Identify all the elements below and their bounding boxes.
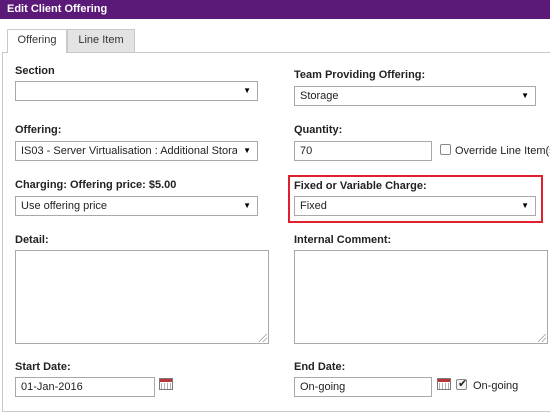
resize-grip-icon[interactable] <box>259 334 267 342</box>
tab-offering[interactable]: Offering <box>7 29 67 53</box>
override-line-item-label: Override Line Item(s <box>455 145 550 157</box>
offering-value: IS03 - Server Virtualisation : Additiona… <box>21 145 237 157</box>
quantity-field[interactable]: 70 <box>294 141 432 161</box>
calendar-header <box>160 379 172 382</box>
detail-label: Detail: <box>15 234 49 246</box>
charge-type-value: Fixed <box>300 200 327 212</box>
offering-label: Offering: <box>15 124 62 136</box>
end-date-label: End Date: <box>294 361 346 373</box>
dropdown-arrow-icon: ▼ <box>243 146 251 155</box>
team-select[interactable]: Storage ▼ <box>294 86 536 106</box>
offering-panel <box>2 52 550 412</box>
end-date-field[interactable]: On-going <box>294 377 432 397</box>
team-value: Storage <box>300 90 339 102</box>
dropdown-arrow-icon: ▼ <box>521 91 529 100</box>
charging-value: Use offering price <box>21 200 108 212</box>
calendar-header <box>438 379 450 382</box>
tab-bar: Offering Line Item <box>0 19 550 53</box>
section-label: Section <box>15 65 55 77</box>
dropdown-arrow-icon: ▼ <box>243 201 251 210</box>
internal-comment-label: Internal Comment: <box>294 234 392 246</box>
start-date-field[interactable]: 01-Jan-2016 <box>15 377 155 397</box>
calendar-icon[interactable] <box>437 378 451 390</box>
section-select[interactable]: ▼ <box>15 81 258 101</box>
tab-line-item[interactable]: Line Item <box>67 29 135 52</box>
resize-grip-icon[interactable] <box>538 334 546 342</box>
dialog-title: Edit Client Offering <box>0 0 550 19</box>
calendar-grid <box>161 383 171 389</box>
charging-label: Charging: Offering price: $5.00 <box>15 179 177 191</box>
calendar-icon[interactable] <box>159 378 173 390</box>
checkmark-icon: ✔ <box>458 378 468 390</box>
team-label: Team Providing Offering: <box>294 69 426 81</box>
charging-select[interactable]: Use offering price ▼ <box>15 196 258 216</box>
calendar-grid <box>439 383 449 389</box>
override-line-item-checkbox[interactable] <box>440 144 451 155</box>
charge-type-select[interactable]: Fixed ▼ <box>294 196 536 216</box>
detail-textarea[interactable] <box>15 250 269 344</box>
quantity-label: Quantity: <box>294 124 343 136</box>
charge-type-label: Fixed or Variable Charge: <box>294 180 427 192</box>
dropdown-arrow-icon: ▼ <box>243 86 251 95</box>
dropdown-arrow-icon: ▼ <box>521 201 529 210</box>
start-date-label: Start Date: <box>15 361 71 373</box>
ongoing-label: On-going <box>473 380 519 392</box>
offering-select[interactable]: IS03 - Server Virtualisation : Additiona… <box>15 141 258 161</box>
internal-comment-textarea[interactable] <box>294 250 548 344</box>
ongoing-checkbox[interactable]: ✔ <box>456 378 468 390</box>
